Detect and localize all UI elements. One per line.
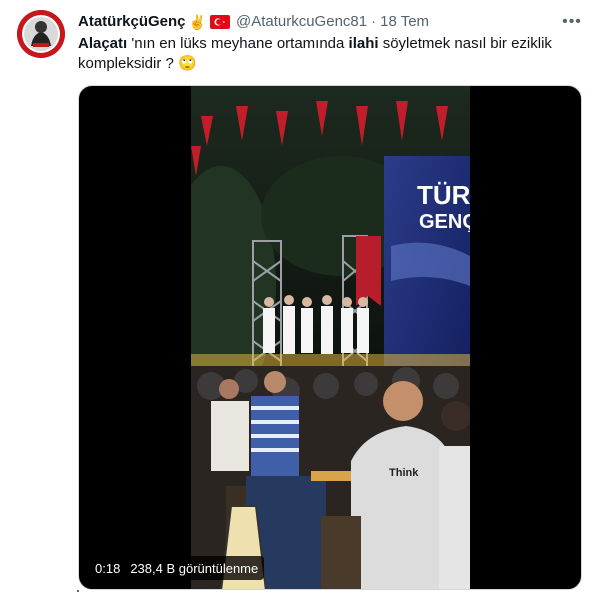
turkey-flag-icon (209, 15, 230, 29)
video-duration: 0:18 (95, 560, 121, 576)
victory-hand-emoji: ✌ (188, 14, 206, 30)
separator-dot: · (371, 13, 377, 30)
profile-avatar[interactable] (17, 10, 65, 58)
hashtag-ilahi[interactable]: ilahi (349, 35, 379, 52)
tweet-header: AtatürkçüGenç ✌ @AtaturkcuGenc81 · 18 Te… (78, 12, 429, 32)
rolling-eyes-emoji: 🙄 (178, 55, 197, 72)
tweet-text-part: 'nın en lüks meyhane ortamında (127, 35, 349, 52)
tweet-timestamp[interactable]: 18 Tem (380, 12, 429, 32)
tweet-text: Alaçatı 'nın en lüks meyhane ortamında i… (78, 34, 578, 74)
more-options-button[interactable]: ••• (560, 10, 584, 34)
user-handle[interactable]: @AtaturkcuGenc81 (236, 12, 367, 32)
screen-text-2: GENÇ (419, 211, 470, 233)
video-frame: TÜRK GENÇ (191, 86, 470, 589)
shirt-text: Think (389, 467, 419, 479)
video-info-badge: 0:18 238,4 B görüntülenme (89, 556, 265, 580)
video-player[interactable]: TÜRK GENÇ (78, 85, 582, 590)
divider-dot (77, 590, 79, 592)
more-icon: ••• (562, 13, 582, 30)
hashtag-location[interactable]: Alaçatı (78, 35, 127, 52)
display-name[interactable]: AtatürkçüGenç (78, 12, 186, 32)
view-count: 238,4 B görüntülenme (130, 560, 259, 576)
tweet[interactable]: AtatürkçüGenç ✌ @AtaturkcuGenc81 · 18 Te… (0, 0, 594, 596)
avatar-logo-icon (17, 10, 65, 58)
screen-text-1: TÜRK (417, 180, 470, 210)
